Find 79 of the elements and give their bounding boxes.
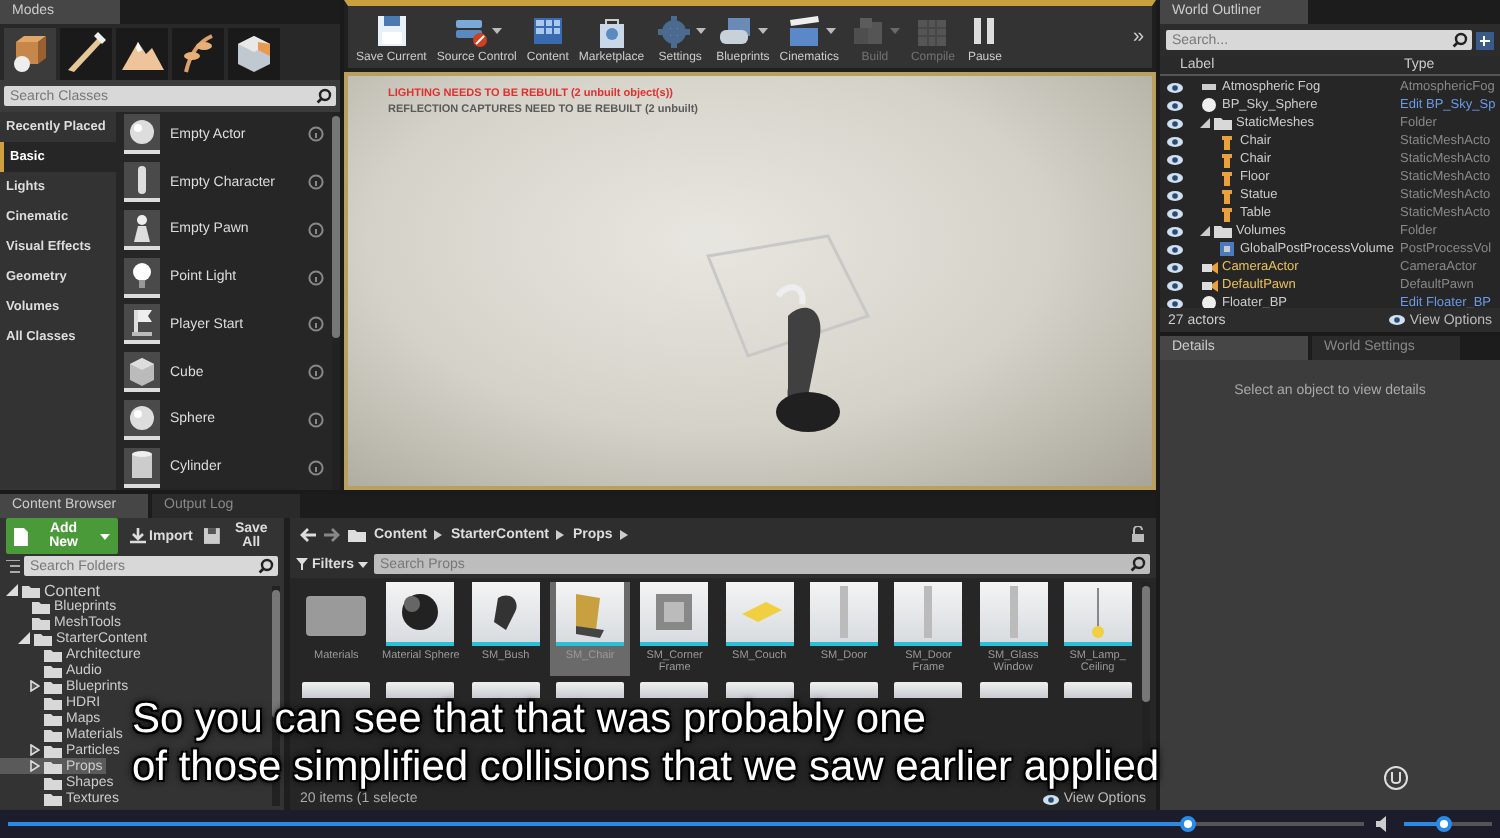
- capsule-icon: [138, 166, 146, 195]
- eye-icon: [1387, 314, 1406, 326]
- filter-icon: [296, 558, 308, 570]
- info-icon: [308, 364, 324, 381]
- eye-icon: [1166, 189, 1184, 201]
- door-drawing: [839, 586, 848, 638]
- info-icon: [308, 316, 324, 333]
- asset-thumbnail[interactable]: [809, 682, 878, 698]
- camera-icon: [1200, 276, 1218, 294]
- search-icon: [258, 558, 274, 574]
- door-drawing: [1009, 586, 1018, 638]
- mode-button[interactable]: [172, 28, 224, 80]
- brush-icon: [62, 30, 110, 78]
- eye-icon: [1166, 171, 1184, 183]
- search-icon: [316, 88, 332, 104]
- asset-thumbnail[interactable]: [302, 682, 371, 698]
- add-icon: [1476, 31, 1494, 49]
- lamp-drawing: [1091, 587, 1104, 637]
- eye-icon: [1166, 225, 1184, 237]
- overflow-button[interactable]: »: [1128, 26, 1148, 48]
- chevron-icon: [556, 529, 565, 539]
- chevron-icon: [620, 529, 629, 539]
- eye-icon: [1166, 117, 1184, 129]
- bush-drawing: [493, 594, 518, 630]
- info-icon: [308, 174, 324, 191]
- search-icon: [1452, 32, 1468, 48]
- mode-button[interactable]: [116, 28, 168, 80]
- asset-thumbnail[interactable]: [894, 682, 963, 698]
- folder-icon: [1214, 224, 1232, 238]
- eye-icon: [1166, 297, 1184, 308]
- asset-thumbnail[interactable]: [725, 682, 794, 698]
- eye-icon: [1166, 279, 1184, 291]
- logo-icon: [1384, 766, 1408, 790]
- mode-button[interactable]: [4, 28, 56, 80]
- info-icon: [308, 269, 324, 286]
- info-icon: [308, 221, 324, 238]
- asset-thumbnail[interactable]: [471, 682, 540, 698]
- sphere-icon: [1200, 96, 1218, 114]
- asset-thumbnail[interactable]: [1063, 682, 1132, 698]
- folder-item[interactable]: Content: [0, 582, 105, 598]
- lock-icon: [1130, 526, 1146, 542]
- document-icon: [14, 527, 28, 545]
- eye-icon: [1166, 99, 1184, 111]
- eye-icon: [1166, 81, 1184, 93]
- volume-handle[interactable]: [1435, 816, 1452, 832]
- volume-icon: [1218, 240, 1236, 258]
- eye-icon: [1041, 793, 1060, 805]
- search-icon: [1130, 556, 1146, 572]
- folder-icon: [348, 527, 366, 541]
- caret-icon: [99, 533, 110, 539]
- asset-thumbnail[interactable]: [640, 682, 709, 698]
- speaker-icon: [1376, 816, 1392, 832]
- caret-icon: [358, 561, 369, 567]
- tree-toggle-icon: [6, 559, 20, 573]
- info-icon: [308, 411, 324, 428]
- eye-icon: [1166, 153, 1184, 165]
- eye-icon: [1166, 135, 1184, 147]
- eye-icon: [1166, 243, 1184, 255]
- eye-icon: [1166, 207, 1184, 219]
- mode-button[interactable]: [60, 28, 112, 80]
- subtitle-line: of those simplified collisions that we saw earlier applied: [132, 744, 1160, 792]
- folder-icon: [1214, 116, 1232, 130]
- download-icon: [129, 528, 146, 544]
- chevron-icon: [434, 529, 443, 539]
- progress-handle[interactable]: [1179, 816, 1196, 832]
- asset-thumbnail[interactable]: [386, 682, 455, 698]
- door-drawing: [924, 586, 933, 638]
- info-icon: [308, 126, 324, 143]
- mode-button[interactable]: [228, 28, 280, 80]
- asset-thumbnail[interactable]: [556, 682, 625, 698]
- asset-thumbnail[interactable]: [979, 682, 1048, 698]
- eye-icon: [1166, 261, 1184, 273]
- back-arrow-icon: [300, 527, 316, 541]
- forward-arrow-icon: [324, 527, 340, 541]
- info-icon: [308, 459, 324, 476]
- subtitle-line: So you can see that that was probably one: [132, 696, 926, 744]
- scrollbar[interactable]: [332, 112, 340, 490]
- camera-icon: [1200, 258, 1218, 276]
- gear-icon: [654, 12, 695, 50]
